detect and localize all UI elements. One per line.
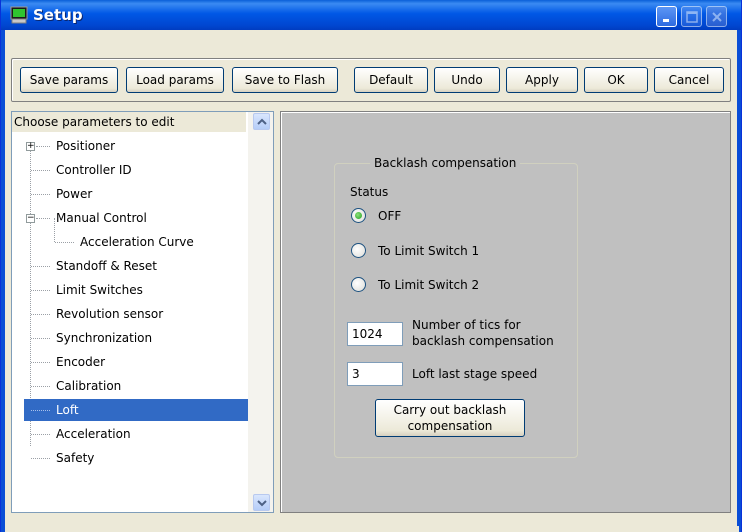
undo-button[interactable]: Undo — [434, 67, 500, 93]
cancel-button[interactable]: Cancel — [654, 67, 724, 93]
tree-connector — [54, 218, 55, 242]
scroll-up-button[interactable] — [253, 113, 270, 130]
tree-item-loft[interactable]: Loft — [24, 399, 248, 421]
title-bar[interactable]: Setup — [1, 0, 741, 30]
apply-button[interactable]: Apply — [506, 67, 578, 93]
tree-header: Choose parameters to edit — [12, 112, 246, 132]
radio-limit-switch-1[interactable] — [351, 243, 366, 258]
minimize-icon — [663, 19, 669, 22]
tics-label: Number of tics for — [412, 318, 521, 332]
carry-out-label-line1: Carry out backlash — [393, 403, 507, 417]
close-icon — [712, 12, 722, 22]
tree-item-revolution-sensor[interactable]: Revolution sensor — [56, 303, 163, 325]
save-to-flash-button[interactable]: Save to Flash — [232, 67, 338, 93]
window-frame-left — [1, 30, 5, 532]
toolbar: Save params Load params Save to Flash De… — [11, 58, 731, 102]
maximize-button[interactable] — [681, 6, 702, 27]
loft-speed-input[interactable]: 3 — [347, 362, 403, 386]
chevron-down-icon — [257, 500, 267, 507]
status-label: Status — [350, 185, 389, 199]
tree-item-positioner[interactable]: Positioner — [56, 135, 115, 157]
expand-icon[interactable]: + — [26, 142, 35, 151]
app-icon — [10, 6, 28, 24]
close-button[interactable] — [706, 6, 727, 27]
minimize-button[interactable] — [656, 6, 677, 27]
tree-item-standoff-reset[interactable]: Standoff & Reset — [56, 255, 157, 277]
backlash-compensation-group: Backlash compensation Status OFF To Limi… — [334, 156, 578, 458]
tree-item-acceleration[interactable]: Acceleration — [56, 423, 131, 445]
window-frame-right — [737, 30, 741, 532]
ok-button[interactable]: OK — [584, 67, 648, 93]
tree-item-power[interactable]: Power — [56, 183, 92, 205]
default-button[interactable]: Default — [354, 67, 428, 93]
save-params-button[interactable]: Save params — [20, 67, 118, 93]
parameters-tree[interactable]: Choose parameters to edit + Positioner C… — [11, 111, 274, 513]
tree-scrollbar[interactable] — [248, 112, 273, 512]
load-params-button[interactable]: Load params — [126, 67, 224, 93]
radio-off-label[interactable]: OFF — [378, 209, 401, 223]
tics-input[interactable]: 1024 — [347, 322, 403, 346]
tree-item-manual-control[interactable]: Manual Control — [56, 207, 147, 229]
window-bottom-edge — [5, 526, 739, 532]
radio-selected-dot — [355, 212, 362, 219]
carry-out-label-line2: compensation — [407, 419, 493, 433]
tree-item-synchronization[interactable]: Synchronization — [56, 327, 152, 349]
setup-window: Setup Save params Load params Save to Fl… — [0, 0, 742, 532]
maximize-icon — [686, 11, 698, 23]
chevron-up-icon — [257, 118, 267, 125]
loft-speed-label: Loft last stage speed — [412, 367, 538, 381]
radio-limit-switch-1-label[interactable]: To Limit Switch 1 — [378, 244, 479, 258]
radio-limit-switch-2[interactable] — [351, 277, 366, 292]
tree-item-calibration[interactable]: Calibration — [56, 375, 121, 397]
group-title: Backlash compensation — [370, 156, 521, 170]
radio-off[interactable] — [351, 208, 366, 223]
tree-item-acceleration-curve[interactable]: Acceleration Curve — [80, 231, 194, 253]
radio-limit-switch-2-label[interactable]: To Limit Switch 2 — [378, 278, 479, 292]
tree-item-limit-switches[interactable]: Limit Switches — [56, 279, 143, 301]
collapse-icon[interactable]: − — [26, 214, 35, 223]
tree-item-controller-id[interactable]: Controller ID — [56, 159, 132, 181]
tics-label-line2: backlash compensation — [412, 334, 554, 348]
window-title: Setup — [33, 6, 83, 24]
carry-out-backlash-button[interactable]: Carry out backlash compensation — [375, 399, 525, 437]
settings-panel: Backlash compensation Status OFF To Limi… — [280, 111, 731, 513]
tree-item-safety[interactable]: Safety — [56, 447, 94, 469]
scroll-down-button[interactable] — [253, 494, 270, 511]
tree-item-encoder[interactable]: Encoder — [56, 351, 105, 373]
